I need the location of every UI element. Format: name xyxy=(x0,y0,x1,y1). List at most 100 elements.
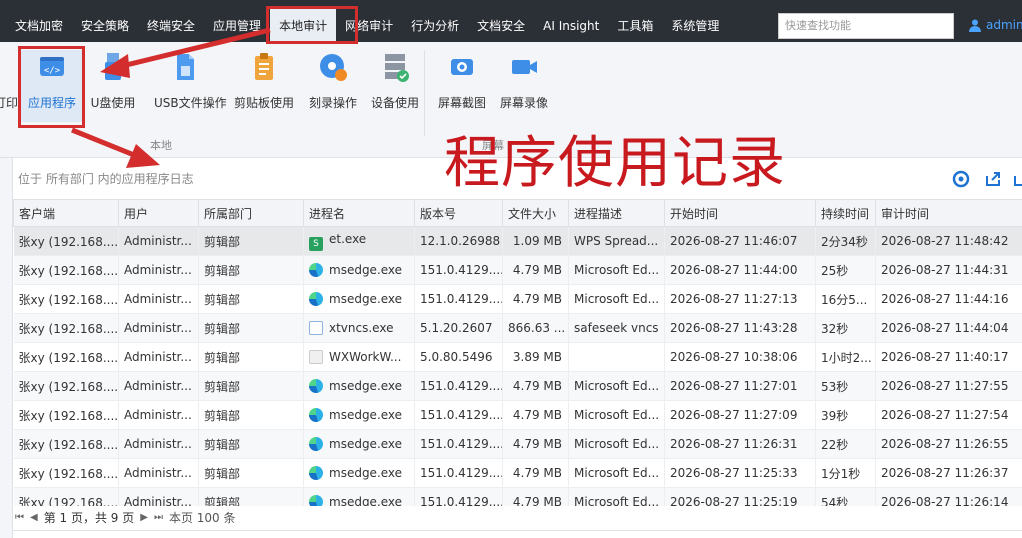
export-more-icon[interactable] xyxy=(1012,170,1022,188)
process-name: msedge.exe xyxy=(329,263,403,277)
menu-item[interactable]: AI Insight xyxy=(534,0,608,42)
column-header[interactable]: 版本号 xyxy=(414,199,503,227)
cell-user: Administr... xyxy=(118,371,199,401)
column-header[interactable]: 开始时间 xyxy=(664,199,816,227)
menu-item[interactable]: 应用管理 xyxy=(204,0,270,42)
cell-desc: Microsoft Ed... xyxy=(568,371,665,401)
cell-ver: 151.0.4129.... xyxy=(414,371,503,401)
top-menu-bar: 文档加密 安全策略 终端安全 应用管理 本地审计 网络审计 行为分析 文档安全 AI Insig… xyxy=(0,0,1022,42)
next-page-icon[interactable]: ▶ xyxy=(140,512,148,523)
process-cell: xtvncs.exe xyxy=(303,313,415,343)
ribbon-app-button[interactable]: </> 应用程序 xyxy=(19,50,85,122)
cell-start: 2026-08-27 11:25:33 xyxy=(664,458,816,488)
cell-start: 2026-08-27 11:27:13 xyxy=(664,284,816,314)
cell-dept: 剪辑部 xyxy=(198,458,304,488)
cell-user: Administr... xyxy=(118,458,199,488)
refresh-icon[interactable] xyxy=(952,170,970,188)
menu-item[interactable]: 工具箱 xyxy=(608,0,662,42)
table-row[interactable]: 张xy (192.168.... Administr... 剪辑部 xtvncs.ex… xyxy=(13,313,1022,343)
table-row[interactable]: 张xy (192.168.... Administr... 剪辑部 msedge.ex… xyxy=(13,458,1022,488)
column-header[interactable]: 客户端 xyxy=(13,199,119,227)
ribbon-label: 刻录操作 xyxy=(308,96,357,110)
column-header[interactable]: 文件大小 xyxy=(502,199,569,227)
search-input[interactable]: 快速查找功能 xyxy=(778,13,954,39)
cell-dept: 剪辑部 xyxy=(198,342,304,372)
column-header[interactable]: 用户 xyxy=(118,199,199,227)
column-header[interactable]: 所属部门 xyxy=(198,199,304,227)
cell-dur: 54秒 xyxy=(815,487,876,506)
table-row[interactable]: 张xy (192.168.... Administr... 剪辑部 Set.exe 12… xyxy=(13,226,1022,256)
process-cell: WXWorkW... xyxy=(303,342,415,372)
table-row[interactable]: 张xy (192.168.... Administr... 剪辑部 WXWorkW..… xyxy=(13,342,1022,372)
cell-audit: 2026-08-27 11:26:55 xyxy=(875,429,1022,459)
cell-size: 4.79 MB xyxy=(502,458,569,488)
breadcrumb: 位于 所有部门 内的应用程序日志 xyxy=(18,172,194,186)
camera-icon xyxy=(451,59,473,75)
cell-dept: 剪辑部 xyxy=(198,255,304,285)
menu-item[interactable]: 文档加密 xyxy=(6,0,72,42)
table-row[interactable]: 张xy (192.168.... Administr... 剪辑部 msedge.ex… xyxy=(13,371,1022,401)
process-cell: msedge.exe xyxy=(303,487,415,506)
edge-process-icon xyxy=(309,495,323,506)
process-name: WXWorkW... xyxy=(329,350,402,364)
export-icon[interactable] xyxy=(984,170,1002,188)
process-cell: msedge.exe xyxy=(303,371,415,401)
cell-user: Administr... xyxy=(118,226,199,256)
cell-user: Administr... xyxy=(118,429,199,459)
cell-ver: 151.0.4129.... xyxy=(414,487,503,506)
cell-client: 张xy (192.168.... xyxy=(13,371,119,401)
cell-desc: Microsoft Ed... xyxy=(568,400,665,430)
ribbon-record-button[interactable]: 屏幕录像 xyxy=(493,50,555,111)
edge-process-icon xyxy=(309,263,323,277)
column-header[interactable]: 持续时间 xyxy=(815,199,876,227)
ribbon-clipboard-button[interactable]: 剪贴板使用 xyxy=(233,50,295,111)
ribbon-label: 剪贴板使用 xyxy=(233,96,294,110)
cell-client: 张xy (192.168.... xyxy=(13,400,119,430)
process-cell: msedge.exe xyxy=(303,255,415,285)
cell-dept: 剪辑部 xyxy=(198,487,304,506)
cell-dur: 16分5... xyxy=(815,284,876,314)
cell-dept: 剪辑部 xyxy=(198,429,304,459)
cell-size: 4.79 MB xyxy=(502,371,569,401)
cell-client: 张xy (192.168.... xyxy=(13,313,119,343)
cell-audit: 2026-08-27 11:40:17 xyxy=(875,342,1022,372)
menu-item[interactable]: 本地审计 xyxy=(270,8,337,42)
table-row[interactable]: 张xy (192.168.... Administr... 剪辑部 msedge.ex… xyxy=(13,400,1022,430)
table-row[interactable]: 张xy (192.168.... Administr... 剪辑部 msedge.ex… xyxy=(13,429,1022,459)
ribbon-burn-button[interactable]: 刻录操作 xyxy=(302,50,364,111)
user-menu[interactable]: admin xyxy=(968,18,1022,32)
menu-item[interactable]: 行为分析 xyxy=(402,0,468,42)
left-collapse-strip[interactable] xyxy=(0,158,13,538)
table-row[interactable]: 张xy (192.168.... Administr... 剪辑部 msedge.ex… xyxy=(13,284,1022,314)
menu-item[interactable]: 终端安全 xyxy=(138,0,204,42)
bottom-border xyxy=(13,530,1022,538)
device-icon xyxy=(385,54,409,82)
ribbon-screenshot-button[interactable]: 屏幕截图 xyxy=(431,50,493,111)
table-row[interactable]: 张xy (192.168.... Administr... 剪辑部 msedge.ex… xyxy=(13,487,1022,506)
menu-item[interactable]: 安全策略 xyxy=(72,0,138,42)
ribbon-device-button[interactable]: 设备使用 xyxy=(364,50,426,111)
cell-desc: Microsoft Ed... xyxy=(568,255,665,285)
menu-item[interactable]: 文档安全 xyxy=(468,0,534,42)
table-body: 张xy (192.168.... Administr... 剪辑部 Set.exe 12… xyxy=(13,226,1022,506)
ribbon-label: 设备使用 xyxy=(370,96,419,110)
cell-size: 4.79 MB xyxy=(502,255,569,285)
prev-page-icon[interactable]: ◀ xyxy=(30,512,38,523)
last-page-icon[interactable]: ⏭ xyxy=(154,512,163,523)
cell-audit: 2026-08-27 11:26:14 xyxy=(875,487,1022,506)
ribbon-usb-disk-button[interactable]: U盘使用 xyxy=(82,50,144,111)
ribbon-divider xyxy=(424,50,425,136)
column-header[interactable]: 审计时间 xyxy=(875,199,1022,227)
column-header[interactable]: 进程名 xyxy=(303,199,415,227)
menu-item[interactable]: 系统管理 xyxy=(662,0,728,42)
column-header[interactable]: 进程描述 xyxy=(568,199,665,227)
table-row[interactable]: 张xy (192.168.... Administr... 剪辑部 msedge.ex… xyxy=(13,255,1022,285)
cell-dur: 39秒 xyxy=(815,400,876,430)
cell-client: 张xy (192.168.... xyxy=(13,255,119,285)
cell-ver: 151.0.4129.... xyxy=(414,255,503,285)
menu-item[interactable]: 网络审计 xyxy=(336,0,402,42)
cell-dur: 2分34秒 xyxy=(815,226,876,256)
page-label: 第 1 页，共 9 页 xyxy=(43,510,135,525)
first-page-icon[interactable]: ⏮ xyxy=(15,512,24,523)
ribbon-usb-file-button[interactable]: USB文件操作 xyxy=(154,50,227,111)
